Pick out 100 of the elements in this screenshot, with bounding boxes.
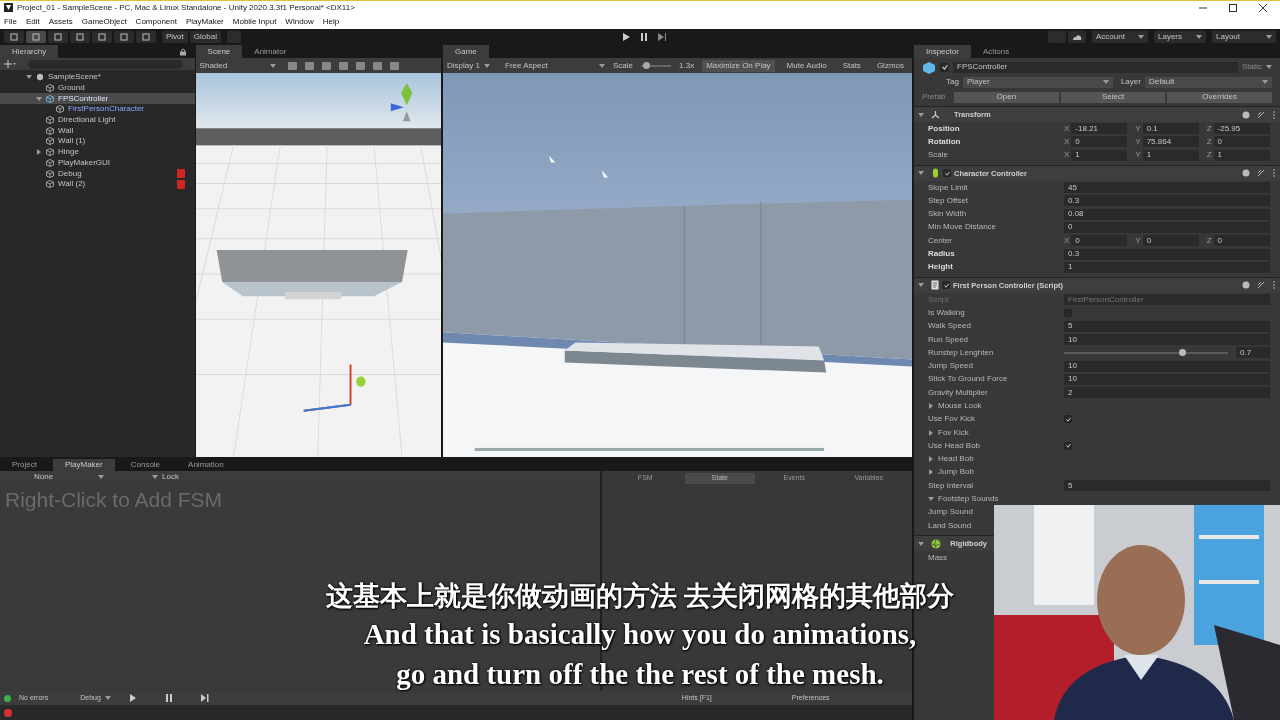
caret-icon[interactable]	[152, 473, 158, 480]
number-field[interactable]: 0	[1071, 235, 1128, 247]
number-field[interactable]: 0	[1213, 136, 1270, 148]
menu-item[interactable]: Window	[285, 15, 314, 28]
fsm-dropdown[interactable]: None	[4, 470, 104, 483]
more-icon[interactable]	[1272, 169, 1276, 178]
number-field[interactable]: 75.864	[1142, 136, 1199, 148]
value-field[interactable]: 0.3	[1064, 195, 1270, 207]
tool-button[interactable]	[4, 31, 24, 43]
tool-icon[interactable]	[54, 33, 62, 41]
tool-icon[interactable]	[10, 33, 18, 41]
tag-dropdown[interactable]: Player	[962, 76, 1113, 88]
caret-icon[interactable]	[1138, 34, 1144, 40]
tool-button[interactable]	[70, 31, 90, 43]
foldout-caret-icon[interactable]	[928, 429, 934, 436]
value-field[interactable]: 0.08	[1064, 208, 1270, 220]
global-button[interactable]: Global	[189, 31, 221, 43]
tool-icon[interactable]	[98, 33, 106, 41]
checkbox[interactable]	[1064, 415, 1072, 424]
value-field[interactable]: 1	[1064, 261, 1270, 273]
cloud-button[interactable]	[1068, 31, 1086, 43]
lock-icon[interactable]	[178, 47, 187, 56]
tool-button[interactable]	[48, 31, 68, 43]
slider-track[interactable]	[1064, 351, 1228, 354]
caret-icon[interactable]	[104, 695, 111, 701]
hierarchy-item[interactable]: Directional Light	[0, 114, 195, 126]
caret-icon[interactable]	[98, 473, 104, 480]
object-name-field[interactable]: FPSController	[953, 61, 1238, 73]
checkbox[interactable]	[943, 169, 951, 178]
more-icon[interactable]	[1272, 281, 1276, 290]
number-field[interactable]: 0	[1213, 235, 1270, 247]
preset-icon[interactable]	[1257, 281, 1265, 290]
foldout-caret-icon[interactable]	[928, 403, 934, 409]
hierarchy-item[interactable]: Wall	[0, 125, 195, 137]
game-toggle[interactable]: Mute Audio	[782, 59, 831, 72]
game-tab[interactable]: Game	[443, 45, 489, 58]
search-field[interactable]	[28, 59, 183, 69]
caret-icon[interactable]	[599, 62, 605, 69]
layer-dropdown[interactable]: Default	[1144, 76, 1272, 88]
number-field[interactable]: 0	[1142, 235, 1199, 247]
preset-icon[interactable]	[1257, 110, 1265, 119]
menu-item[interactable]: File	[4, 15, 17, 28]
hierarchy-item[interactable]: Wall (2)	[0, 178, 195, 190]
tool-button[interactable]	[136, 31, 156, 43]
pivot-button[interactable]: Pivot	[162, 31, 188, 43]
value-field[interactable]: 45	[1064, 182, 1270, 194]
checkbox[interactable]	[942, 281, 950, 290]
value-field[interactable]: 10	[1064, 373, 1270, 385]
caret-icon[interactable]	[918, 111, 924, 118]
game-toggle[interactable]: Maximize On Play	[702, 59, 775, 72]
number-field[interactable]: 0.1	[1142, 123, 1199, 135]
number-field[interactable]: -25.95	[1213, 123, 1270, 135]
caret-icon[interactable]	[26, 74, 32, 81]
layers-dropdown[interactable]: Layers	[1154, 31, 1206, 43]
inspector-tab[interactable]: Actions	[970, 45, 1022, 58]
value-field[interactable]: 0	[1064, 221, 1270, 233]
menu-item[interactable]: Mobile Input	[232, 15, 277, 28]
foldout-caret-icon[interactable]	[928, 469, 934, 476]
game-toggle[interactable]: Stats	[838, 59, 865, 72]
caret-icon[interactable]	[1102, 79, 1109, 85]
menu-item[interactable]: Assets	[48, 15, 73, 28]
number-field[interactable]: 0.7	[1236, 347, 1270, 359]
menu-item[interactable]: Component	[135, 15, 177, 28]
caret-icon[interactable]	[918, 282, 924, 289]
value-field[interactable]: 10	[1064, 334, 1270, 345]
close-icon[interactable]	[1258, 2, 1268, 13]
display-dropdown[interactable]: Display 1	[447, 59, 497, 72]
tool-button[interactable]	[92, 31, 112, 43]
hierarchy-item[interactable]: PlayMakerGUI	[0, 157, 195, 169]
cloud-icon[interactable]	[1072, 33, 1082, 41]
caret-icon[interactable]	[483, 62, 490, 69]
panel-tab[interactable]: Animation	[176, 459, 236, 471]
value-field[interactable]: 5	[1064, 320, 1270, 332]
prefab-button[interactable]: Overrides	[1167, 91, 1272, 103]
more-icon[interactable]	[1272, 110, 1276, 119]
slider-thumb[interactable]	[642, 61, 650, 69]
foldout-caret-icon[interactable]	[928, 456, 934, 463]
panel-tab[interactable]: Console	[118, 459, 173, 471]
hierarchy-tab[interactable]: Hierarchy	[0, 45, 59, 58]
aspect-dropdown[interactable]: Free Aspect	[505, 59, 605, 72]
hierarchy-item[interactable]: Ground	[0, 82, 195, 94]
value-field[interactable]: 0.3	[1064, 248, 1270, 260]
account-dropdown[interactable]: Account	[1092, 31, 1148, 43]
tool-button[interactable]	[26, 31, 46, 43]
value-field[interactable]: 2	[1064, 387, 1270, 399]
help-icon[interactable]	[1242, 110, 1250, 119]
prefab-button[interactable]: Select	[1060, 91, 1166, 103]
tool-icon[interactable]	[76, 33, 84, 41]
view-tab[interactable]: Scene	[195, 45, 243, 58]
value-field[interactable]: 5	[1064, 480, 1270, 492]
hierarchy-item[interactable]: FPSController	[0, 93, 195, 105]
hierarchy-item[interactable]: Wall (1)	[0, 136, 195, 147]
hierarchy-item[interactable]: SampleScene*	[0, 72, 195, 83]
tool-icon[interactable]	[120, 33, 128, 41]
game-toggle[interactable]: Gizmos	[872, 59, 908, 72]
checkbox[interactable]	[940, 62, 949, 72]
number-field[interactable]: 1	[1213, 149, 1270, 161]
help-icon[interactable]	[1242, 169, 1250, 178]
tool-icon[interactable]	[142, 33, 150, 41]
number-field[interactable]: -18.21	[1071, 123, 1128, 135]
